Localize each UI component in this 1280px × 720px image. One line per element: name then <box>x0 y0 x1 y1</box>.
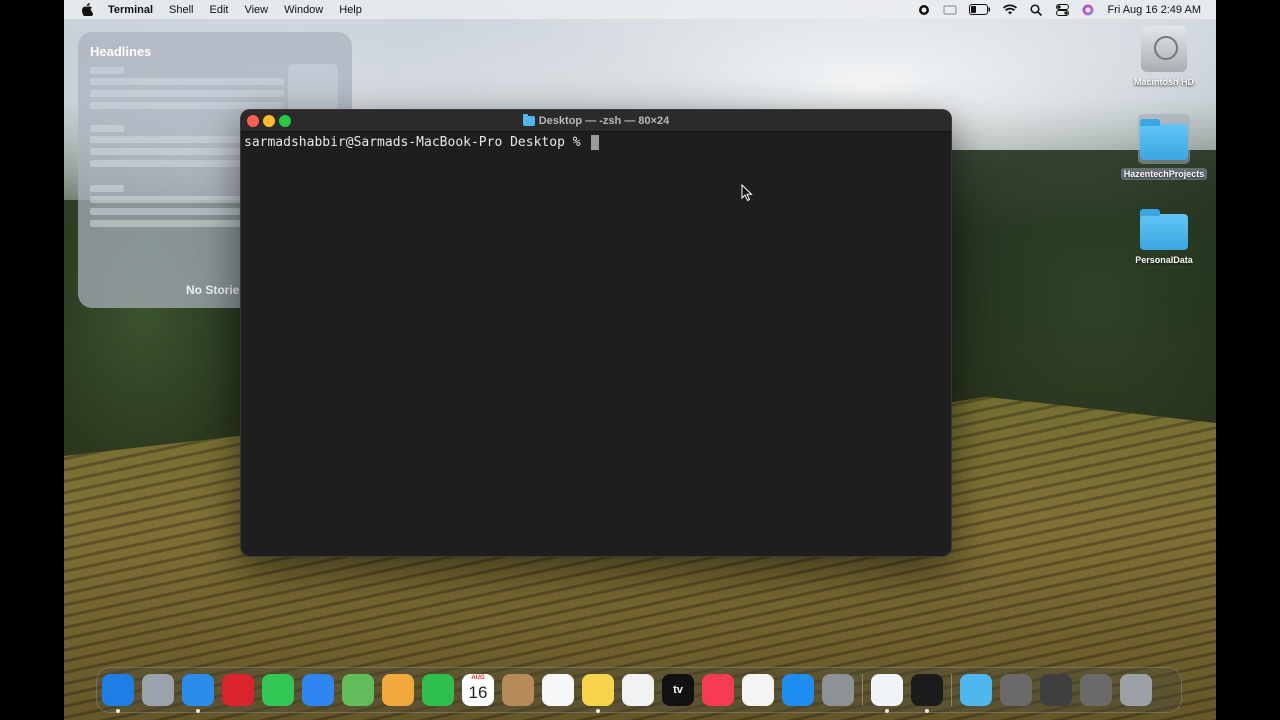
news-icon[interactable] <box>742 674 774 706</box>
siri-icon[interactable] <box>1081 3 1095 17</box>
launchpad-icon[interactable] <box>142 674 174 706</box>
terminal-icon[interactable] <box>911 674 943 713</box>
record-icon[interactable] <box>917 3 931 17</box>
desktop-icon-label: HazentechProjects <box>1120 168 1208 180</box>
window-title-text: Desktop — -zsh — 80×24 <box>538 114 670 127</box>
widget-placeholder-line <box>90 220 240 227</box>
calendar-day-label: 16 <box>468 683 488 702</box>
widget-placeholder-line <box>90 78 284 85</box>
dock: AUG 16 tv <box>96 667 1182 713</box>
menu-help[interactable]: Help <box>339 4 362 16</box>
widget-placeholder-line <box>90 136 240 143</box>
running-indicator <box>925 709 929 713</box>
vscode-icon[interactable] <box>871 674 903 713</box>
close-window-button[interactable] <box>247 115 259 127</box>
mail-icon[interactable] <box>302 674 334 706</box>
apple-menu-icon[interactable] <box>80 3 94 16</box>
menu-bar-clock[interactable]: Fri Aug 16 2:49 AM <box>1107 4 1201 16</box>
widget-thumbnail-placeholder <box>288 64 338 112</box>
opera-icon[interactable] <box>222 674 254 706</box>
menu-view[interactable]: View <box>244 4 268 16</box>
safari-icon[interactable] <box>182 674 214 713</box>
window-title: Desktop — -zsh — 80×24 <box>522 113 670 127</box>
menu-bar-status: Fri Aug 16 2:49 AM <box>917 0 1216 19</box>
finder-icon[interactable] <box>102 674 134 713</box>
minimized-window-icon[interactable] <box>1080 674 1112 706</box>
widget-placeholder-line <box>90 160 240 167</box>
mouse-pointer-icon <box>741 184 753 202</box>
desktop: Terminal Shell Edit View Window Help Fri… <box>64 0 1216 720</box>
hard-drive-icon <box>1141 26 1187 72</box>
terminal-title-bar[interactable]: Desktop — -zsh — 80×24 <box>241 110 951 132</box>
menu-window[interactable]: Window <box>284 4 323 16</box>
widget-placeholder-line <box>90 102 284 109</box>
zoom-window-button[interactable] <box>279 115 291 127</box>
reminders-icon[interactable] <box>542 674 574 706</box>
downloads-folder-icon[interactable] <box>960 674 992 706</box>
window-controls <box>247 115 291 127</box>
running-indicator <box>196 709 200 713</box>
widget-empty-text: No Stories <box>186 283 247 297</box>
widget-placeholder-line <box>90 185 124 192</box>
menu-shell[interactable]: Shell <box>169 4 193 16</box>
running-indicator <box>885 709 889 713</box>
contacts-icon[interactable] <box>502 674 534 706</box>
maps-icon[interactable] <box>342 674 374 706</box>
facetime-icon[interactable] <box>422 674 454 706</box>
folder-icon <box>1140 119 1188 160</box>
photos-icon[interactable] <box>382 674 414 706</box>
spotlight-icon[interactable] <box>1029 3 1043 17</box>
minimize-window-button[interactable] <box>263 115 275 127</box>
terminal-window[interactable]: Desktop — -zsh — 80×24 sarmadshabbir@Sar… <box>240 109 952 557</box>
folder-icon <box>1140 209 1188 250</box>
messages-icon[interactable] <box>262 674 294 706</box>
running-indicator <box>116 709 120 713</box>
notes-icon[interactable] <box>582 674 614 713</box>
tv-icon[interactable]: tv <box>662 674 694 706</box>
settings-icon[interactable] <box>822 674 854 706</box>
desktop-icon-hazentechprojects[interactable]: HazentechProjects <box>1114 114 1214 180</box>
desktop-icon-label: Macintosh HD <box>1133 77 1194 87</box>
widget-placeholder-line <box>90 148 240 155</box>
menu-bar: Terminal Shell Edit View Window Help Fri… <box>64 0 1216 19</box>
battery-icon[interactable] <box>969 3 991 17</box>
shell-prompt: sarmadshabbir@Sarmads-MacBook-Pro Deskto… <box>244 135 589 150</box>
widget-placeholder-line <box>90 90 284 97</box>
freeform-icon[interactable] <box>622 674 654 706</box>
music-icon[interactable] <box>702 674 734 706</box>
calendar-month-label: AUG <box>471 675 485 681</box>
widget-placeholder-line <box>90 125 124 132</box>
folder-icon <box>522 113 535 126</box>
running-indicator <box>596 709 600 713</box>
menu-app-name[interactable]: Terminal <box>108 4 153 16</box>
widget-placeholder-line <box>90 208 240 215</box>
dock-separator <box>862 674 863 706</box>
widget-title: Headlines <box>90 44 152 59</box>
app-store-icon[interactable] <box>782 674 814 706</box>
minimized-window-icon[interactable] <box>1040 674 1072 706</box>
control-center-icon[interactable] <box>1055 3 1069 17</box>
widget-placeholder-line <box>90 67 124 74</box>
keyboard-brightness-icon[interactable] <box>943 3 957 17</box>
tv-glyph: tv <box>673 684 683 696</box>
calendar-icon[interactable]: AUG 16 <box>462 674 494 706</box>
wifi-icon[interactable] <box>1003 3 1018 17</box>
minimized-window-icon[interactable] <box>1000 674 1032 706</box>
trash-icon[interactable] <box>1120 674 1152 706</box>
desktop-icon-personaldata[interactable]: PersonalData <box>1114 208 1214 266</box>
desktop-icon-macintosh-hd[interactable]: Macintosh HD <box>1114 26 1214 88</box>
menu-edit[interactable]: Edit <box>210 4 229 16</box>
selection-highlight <box>1138 114 1190 164</box>
dock-separator <box>951 674 952 706</box>
text-cursor <box>591 135 600 150</box>
widget-placeholder-line <box>90 196 240 203</box>
desktop-icon-label: PersonalData <box>1135 255 1193 265</box>
terminal-content[interactable]: sarmadshabbir@Sarmads-MacBook-Pro Deskto… <box>241 132 951 153</box>
